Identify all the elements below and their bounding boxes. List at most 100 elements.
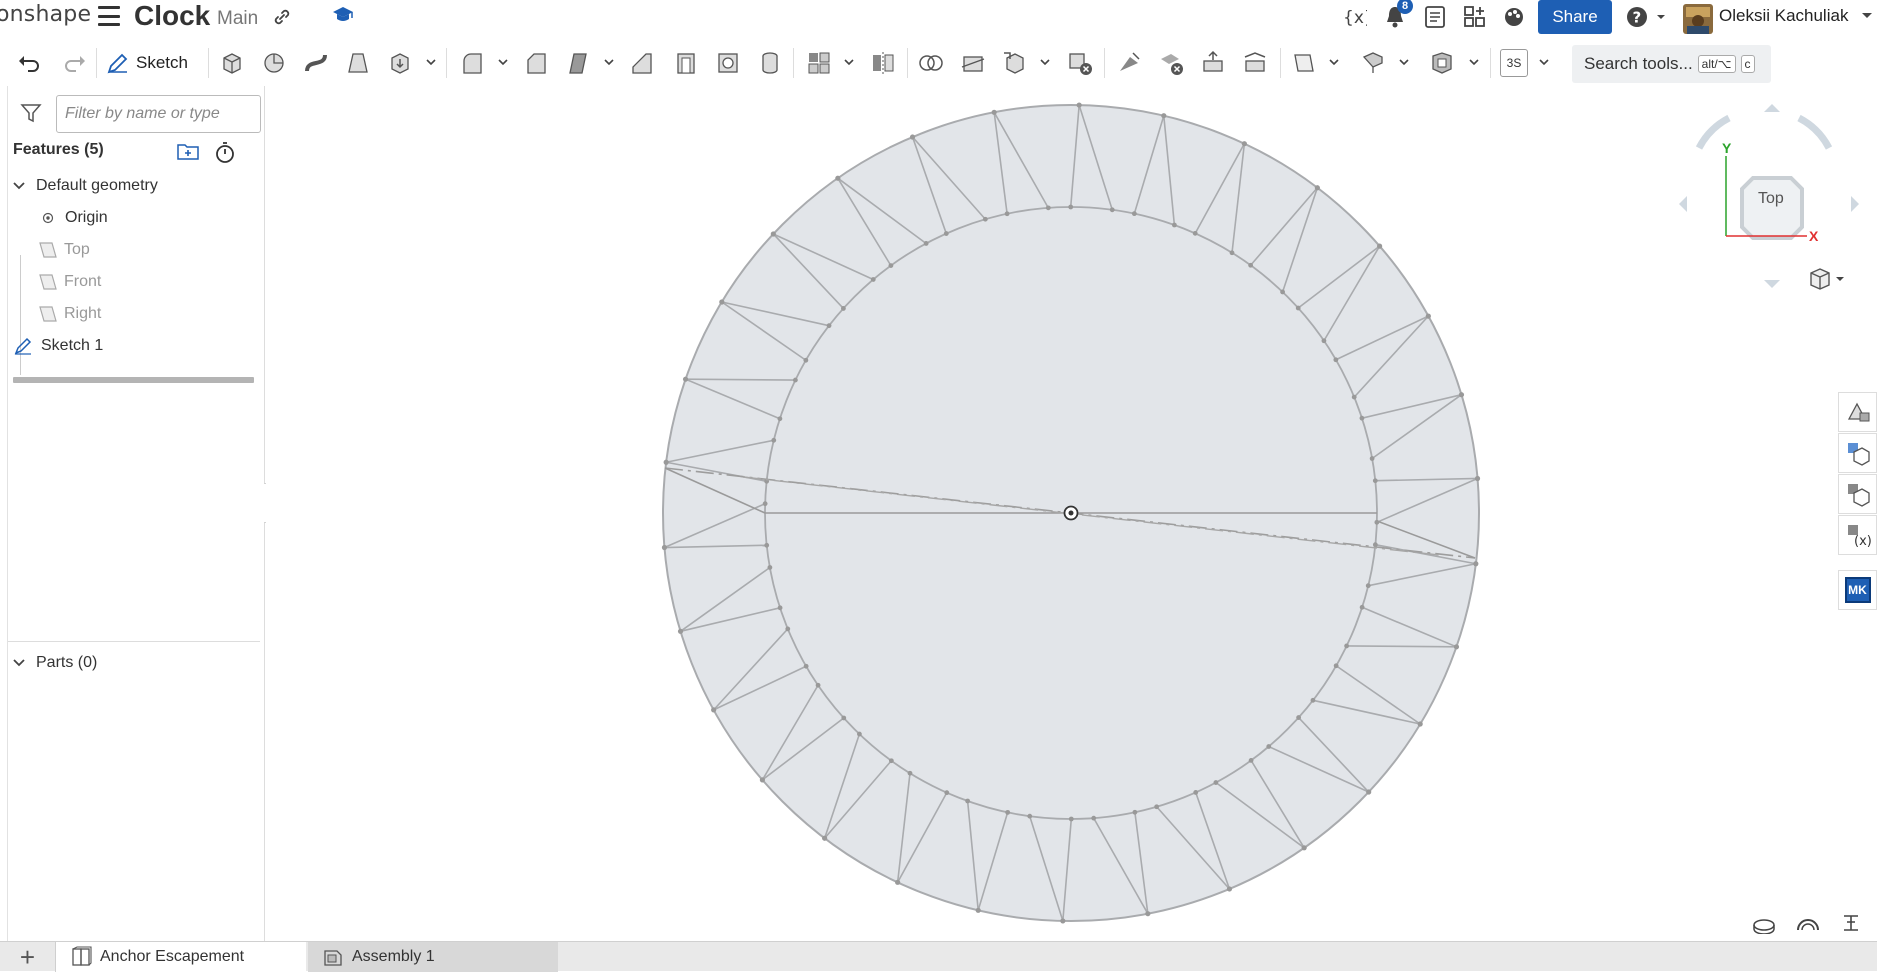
search-tools-input[interactable]: Search tools... alt/⌥ c (1572, 45, 1771, 83)
sweep-icon[interactable] (302, 49, 330, 77)
sketch-drawing[interactable] (266, 86, 1877, 941)
chevron-down-icon[interactable] (1398, 56, 1410, 68)
rib-icon[interactable] (628, 49, 656, 77)
sketch-point[interactable] (771, 437, 777, 443)
sketch-point[interactable] (1161, 113, 1167, 119)
variables-panel-button[interactable]: (x) (1838, 515, 1877, 555)
fillet-icon[interactable] (458, 49, 486, 77)
sketch-point[interactable] (770, 231, 776, 237)
mirror-icon[interactable] (869, 49, 897, 77)
variables-icon[interactable]: {x} (1341, 4, 1367, 30)
tooth-line[interactable] (1346, 645, 1457, 648)
chevron-down-icon[interactable] (1468, 56, 1480, 68)
sketch-point[interactable] (1351, 394, 1357, 400)
sketch-point[interactable] (803, 357, 809, 363)
sketch-point[interactable] (1359, 415, 1365, 421)
chevron-down-icon[interactable] (12, 656, 26, 670)
chevron-down-icon[interactable] (497, 56, 509, 68)
sketch-point[interactable] (711, 707, 717, 713)
learning-center-icon[interactable] (332, 5, 354, 25)
tree-item-origin[interactable]: Origin (41, 204, 108, 232)
ruler-icon[interactable] (1751, 912, 1777, 934)
sketch-point[interactable] (682, 376, 689, 382)
split-icon[interactable] (959, 49, 987, 77)
sketch-point[interactable] (1109, 207, 1115, 213)
sketch-point[interactable] (803, 663, 809, 669)
sketch-point[interactable] (1473, 561, 1479, 567)
pattern-icon[interactable] (805, 49, 833, 77)
sketch-point[interactable] (785, 626, 791, 632)
sketch-point[interactable] (1091, 815, 1097, 821)
modify-fillet-icon[interactable] (1115, 49, 1143, 77)
sketch-point[interactable] (1171, 222, 1177, 228)
avatar[interactable] (1683, 4, 1713, 34)
sketch-point[interactable] (1417, 721, 1423, 727)
sketch-point[interactable] (1458, 392, 1465, 398)
chevron-down-icon[interactable] (843, 56, 855, 68)
sketch-point[interactable] (1131, 211, 1137, 217)
extrude-icon[interactable] (218, 49, 246, 77)
sketch-point[interactable] (1310, 697, 1316, 703)
view-options-icon[interactable] (1808, 267, 1848, 293)
appearance-icon[interactable] (1501, 4, 1527, 30)
mk-app-button[interactable]: MK (1838, 570, 1877, 610)
sketch-point[interactable] (677, 628, 684, 634)
sketch-point[interactable] (857, 731, 862, 737)
sketch-point[interactable] (1229, 250, 1235, 256)
sketch-point[interactable] (975, 907, 981, 913)
sketch-point[interactable] (1333, 663, 1339, 669)
tree-item-default-geometry[interactable]: Default geometry (12, 172, 158, 200)
sketch-point[interactable] (1248, 757, 1254, 763)
sketch-point[interactable] (1377, 243, 1383, 249)
delete-face-icon[interactable] (1157, 49, 1185, 77)
sheet-metal-icon[interactable] (1359, 49, 1387, 77)
thicken-icon[interactable] (386, 49, 414, 77)
sketch-point[interactable] (762, 501, 768, 507)
sketch-point[interactable] (1226, 886, 1233, 892)
sketch-point[interactable] (1145, 911, 1151, 917)
link-icon[interactable] (272, 7, 292, 27)
sketch-point[interactable] (1027, 813, 1033, 819)
user-name[interactable]: Oleksii Kachuliak (1719, 6, 1848, 26)
transform-icon[interactable] (1001, 49, 1029, 77)
sketch-point[interactable] (826, 323, 832, 329)
sketch-point[interactable] (764, 542, 770, 548)
section-view-icon[interactable] (1795, 912, 1821, 934)
help-icon[interactable]: ? (1625, 4, 1669, 30)
sketch-point[interactable] (1068, 204, 1074, 210)
draft-icon[interactable] (564, 49, 592, 77)
sketch-point[interactable] (965, 798, 971, 804)
surface-icon[interactable] (1428, 49, 1456, 77)
tree-item-sketch-1[interactable]: Sketch 1 (13, 332, 103, 360)
add-tab-button[interactable]: + (0, 942, 56, 972)
sketch-point[interactable] (1004, 211, 1010, 217)
undo-icon[interactable] (16, 49, 44, 77)
sketch-point[interactable] (1154, 804, 1160, 810)
redo-icon[interactable] (60, 49, 88, 77)
filter-icon[interactable] (20, 103, 42, 123)
sketch-point[interactable] (991, 109, 997, 115)
chevron-down-icon[interactable] (1328, 56, 1340, 68)
sketch-point[interactable] (1344, 643, 1350, 649)
menu-icon[interactable] (98, 6, 120, 26)
tasks-icon[interactable] (1423, 4, 1447, 30)
shell-icon[interactable] (672, 49, 700, 77)
sketch-point[interactable] (1369, 456, 1375, 461)
sketch-point[interactable] (1301, 845, 1307, 851)
boolean-icon[interactable] (917, 49, 945, 77)
sketch-point[interactable] (777, 416, 783, 422)
sketch-point[interactable] (1321, 338, 1327, 344)
app-store-icon[interactable] (1462, 4, 1488, 30)
revolve-icon[interactable] (260, 49, 288, 77)
sketch-point[interactable] (982, 216, 988, 222)
sketch-point[interactable] (1314, 185, 1320, 191)
sketch-point[interactable] (759, 777, 765, 783)
add-folder-icon[interactable] (176, 141, 200, 161)
sketch-point[interactable] (1060, 918, 1066, 924)
replace-face-icon[interactable] (1241, 49, 1269, 77)
sketch-point[interactable] (1295, 305, 1301, 311)
loft-icon[interactable] (344, 49, 372, 77)
sketch-point[interactable] (1372, 478, 1378, 484)
sketch-point[interactable] (1453, 644, 1460, 650)
sketch-point[interactable] (1280, 289, 1285, 295)
